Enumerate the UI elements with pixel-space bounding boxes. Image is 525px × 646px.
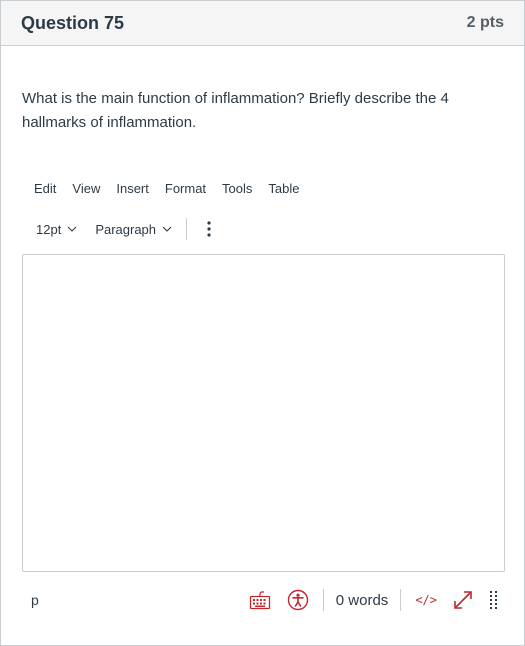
chevron-down-icon	[67, 226, 77, 232]
menu-table[interactable]: Table	[268, 181, 299, 196]
keyboard-shortcuts-button[interactable]	[247, 590, 273, 610]
resize-grip-icon	[490, 591, 497, 609]
menu-tools[interactable]: Tools	[222, 181, 252, 196]
question-text: What is the main function of inflammatio…	[22, 90, 449, 131]
statusbar-divider	[400, 589, 402, 611]
toolbar-divider	[186, 218, 188, 240]
block-format-dropdown[interactable]: Paragraph	[95, 222, 172, 237]
question-points: 2 pts	[466, 14, 504, 31]
menu-view[interactable]: View	[72, 181, 100, 196]
editor-statusbar: p 0 words </>	[22, 585, 503, 615]
fullscreen-expand-icon	[454, 591, 472, 609]
html-editor-toggle[interactable]: </>	[415, 593, 437, 607]
statusbar-divider	[322, 589, 324, 611]
rich-text-editor-area[interactable]	[22, 254, 505, 572]
accessibility-checker-button[interactable]	[285, 589, 311, 611]
fullscreen-button[interactable]	[451, 589, 475, 611]
question-header: Question 75 2 pts	[1, 1, 524, 46]
more-options-button[interactable]	[199, 217, 219, 241]
menu-insert[interactable]: Insert	[116, 181, 149, 196]
element-path[interactable]: p	[31, 592, 39, 608]
kebab-vertical-icon	[207, 221, 211, 237]
question-card: Question 75 2 pts What is the main funct…	[0, 0, 525, 646]
menu-edit[interactable]: Edit	[34, 181, 56, 196]
resize-handle[interactable]	[489, 591, 499, 609]
editor-menubar: Edit View Insert Format Tools Table	[34, 181, 315, 196]
font-size-value: 12pt	[36, 221, 62, 237]
statusbar-actions: 0 words </>	[247, 585, 499, 615]
font-size-dropdown[interactable]: 12pt	[36, 222, 77, 237]
block-format-value: Paragraph	[95, 221, 157, 237]
editor-toolbar: 12pt Paragraph	[36, 217, 219, 241]
question-title: Question 75	[21, 12, 125, 33]
accessibility-checker-icon	[287, 589, 308, 611]
menu-format[interactable]: Format	[165, 181, 206, 196]
word-count[interactable]: 0 words	[336, 592, 389, 609]
keyboard-shortcuts-icon	[249, 591, 270, 610]
chevron-down-icon	[162, 226, 172, 232]
